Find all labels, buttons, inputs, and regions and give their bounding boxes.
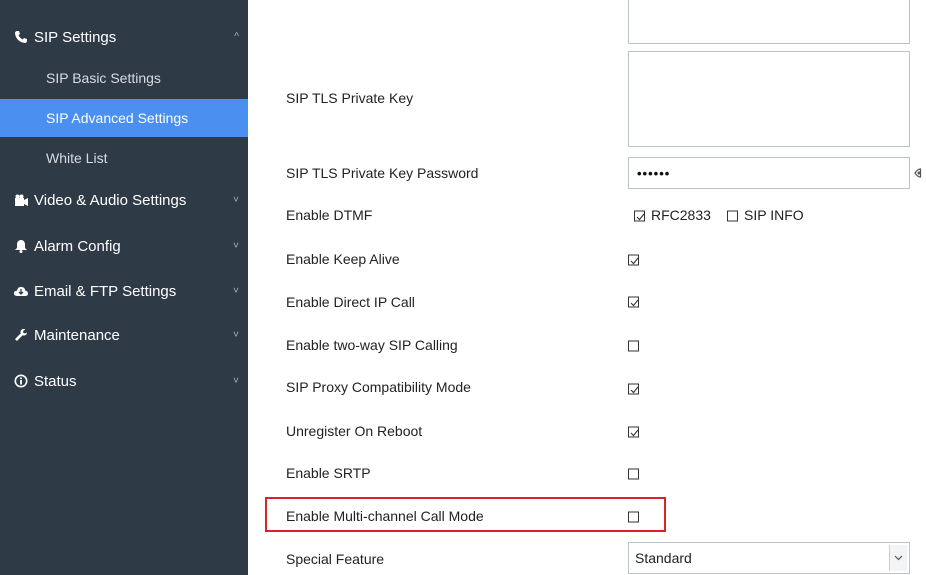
sidebar: SIP Settings ^ SIP Basic Settings SIP Ad… xyxy=(0,0,248,575)
dtmf-label: Enable DTMF xyxy=(286,207,373,223)
nav-alarm-config[interactable]: Alarm Config ˅ xyxy=(0,226,248,266)
nav-sip-settings-label: SIP Settings xyxy=(34,28,117,46)
sidebar-item-white-list[interactable]: White List xyxy=(0,139,248,177)
bell-icon xyxy=(13,239,29,253)
special-feature-value: Standard xyxy=(635,550,692,566)
info-icon xyxy=(13,374,29,388)
nav-status[interactable]: Status ˅ xyxy=(0,361,248,401)
special-feature-label: Special Feature xyxy=(286,551,385,567)
video-icon xyxy=(13,194,29,207)
proxy-compat-checkbox[interactable] xyxy=(628,383,639,395)
sip-info-checkbox[interactable] xyxy=(727,210,738,222)
chevron-down-icon: ˅ xyxy=(233,240,239,252)
special-feature-select[interactable]: Standard xyxy=(628,542,910,574)
chevron-up-icon: ^ xyxy=(234,31,239,43)
sidebar-item-sip-basic[interactable]: SIP Basic Settings xyxy=(0,59,248,97)
eye-icon[interactable] xyxy=(914,166,926,183)
nav-alarm-config-label: Alarm Config xyxy=(34,237,121,255)
password-mask: •••••• xyxy=(637,165,671,181)
direct-ip-call-checkbox[interactable] xyxy=(628,296,639,308)
chevron-down-icon: ˅ xyxy=(233,375,239,387)
two-way-sip-label: Enable two-way SIP Calling xyxy=(286,337,458,353)
chevron-down-icon: ˅ xyxy=(233,194,239,206)
multi-channel-checkbox[interactable] xyxy=(628,511,639,523)
tls-key-password-input[interactable]: •••••• xyxy=(628,157,910,189)
rfc2833-checkbox[interactable] xyxy=(634,210,645,222)
tls-private-key-textarea[interactable] xyxy=(628,51,910,147)
srtp-label: Enable SRTP xyxy=(286,465,371,481)
chevron-down-icon[interactable] xyxy=(889,545,907,571)
two-way-sip-checkbox[interactable] xyxy=(628,340,639,352)
tls-key-password-label: SIP TLS Private Key Password xyxy=(286,165,479,181)
unregister-reboot-checkbox[interactable] xyxy=(628,426,639,438)
keep-alive-label: Enable Keep Alive xyxy=(286,251,400,267)
chevron-down-icon: ˅ xyxy=(233,285,239,297)
nav-sip-settings[interactable]: SIP Settings ^ xyxy=(0,17,248,57)
nav-video-audio[interactable]: Video & Audio Settings ˅ xyxy=(0,180,248,220)
multi-channel-label: Enable Multi-channel Call Mode xyxy=(286,508,484,524)
sip-info-label: SIP INFO xyxy=(744,207,804,223)
nav-status-label: Status xyxy=(34,372,77,390)
tls-certificate-textarea[interactable] xyxy=(628,0,910,44)
nav-maintenance-label: Maintenance xyxy=(34,326,120,344)
tls-private-key-label: SIP TLS Private Key xyxy=(286,90,414,106)
wrench-icon xyxy=(13,328,29,342)
chevron-down-icon: ˅ xyxy=(233,329,239,341)
proxy-compat-label: SIP Proxy Compatibility Mode xyxy=(286,379,471,395)
cloud-icon xyxy=(13,285,29,297)
unregister-reboot-label: Unregister On Reboot xyxy=(286,423,423,439)
nav-video-audio-label: Video & Audio Settings xyxy=(34,191,187,209)
sidebar-item-label: White List xyxy=(46,150,108,166)
phone-icon xyxy=(13,30,29,44)
sidebar-item-label: SIP Basic Settings xyxy=(46,70,161,86)
nav-email-ftp[interactable]: Email & FTP Settings ˅ xyxy=(0,271,248,311)
keep-alive-checkbox[interactable] xyxy=(628,254,639,266)
direct-ip-call-label: Enable Direct IP Call xyxy=(286,294,415,310)
nav-maintenance[interactable]: Maintenance ˅ xyxy=(0,315,248,355)
srtp-checkbox[interactable] xyxy=(628,468,639,480)
nav-email-ftp-label: Email & FTP Settings xyxy=(34,282,177,300)
sidebar-item-sip-advanced[interactable]: SIP Advanced Settings xyxy=(0,99,248,137)
sidebar-item-label: SIP Advanced Settings xyxy=(46,110,189,126)
rfc2833-label: RFC2833 xyxy=(651,207,711,223)
